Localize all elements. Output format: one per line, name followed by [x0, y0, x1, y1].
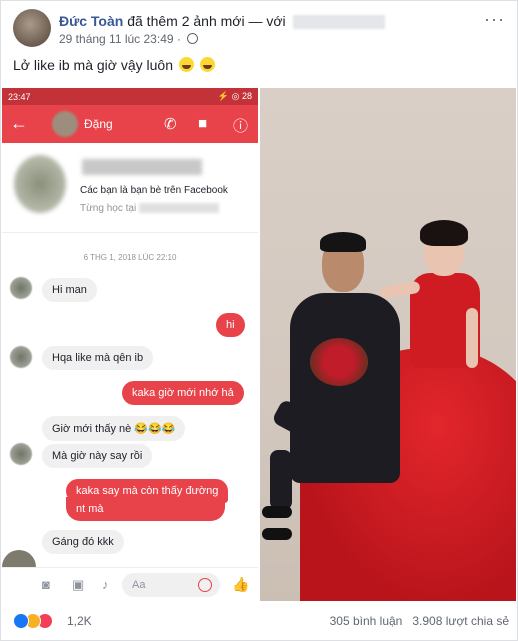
caption-text: Lở like ib mà giờ vậy luôn	[13, 57, 173, 73]
phone-icon: ✆	[164, 116, 177, 133]
globe-icon	[187, 33, 199, 44]
post-stats: 305 bình luận 3.908 lượt chia sẻ	[330, 614, 509, 628]
message-bubble: Giờ mới thấy nè 😂😂😂	[42, 416, 186, 441]
message-bubble: Mà giờ này say rồi	[42, 444, 153, 468]
bride-hair	[420, 220, 468, 246]
microphone-icon: ♪	[102, 577, 109, 592]
message-bubble: Hi man	[42, 278, 97, 302]
phone-status-bar: 23:47 ⚡ ◎ 28	[2, 88, 258, 105]
sender-avatar	[10, 443, 32, 465]
friends-text: Các bạn là bạn bè trên Facebook	[80, 185, 228, 196]
author-name[interactable]: Đức Toàn	[59, 13, 123, 29]
reactions-count[interactable]: 1,2K	[67, 614, 92, 628]
info-icon: ⓘ	[233, 118, 249, 135]
message-bubble: Gáng đó kkk	[42, 530, 124, 554]
status-time: 23:47	[8, 92, 31, 102]
thumbs-up-icon: 👍	[232, 576, 250, 592]
camera-icon: ◙	[42, 577, 50, 592]
groom-hair	[320, 232, 366, 252]
message-bubble: nt mà	[66, 497, 225, 521]
profile-name-blurred	[82, 159, 202, 175]
sender-avatar	[10, 277, 32, 299]
back-arrow-icon: ←	[10, 113, 28, 133]
facebook-post: Đức Toàn đã thêm 2 ảnh mới — với 29 thán…	[0, 0, 518, 641]
wedding-photo[interactable]	[260, 88, 516, 601]
bride-arm	[466, 308, 478, 368]
laughing-emoji-icon	[178, 57, 194, 72]
post-timestamp[interactable]: 29 tháng 11 lúc 23:49	[59, 32, 174, 46]
post-header: Đức Toàn đã thêm 2 ảnh mới — với 29 thán…	[13, 9, 509, 49]
comments-count[interactable]: 305 bình luận	[330, 614, 403, 628]
post-caption: Lở like ib mà giờ vậy luôn	[13, 57, 215, 73]
message-bubble: kaka giờ mới nhớ hả	[122, 381, 244, 405]
messenger-app-bar: ← Đặng ✆ ■ ⓘ	[2, 105, 258, 143]
contact-avatar	[52, 111, 78, 137]
groom-leg	[270, 450, 292, 510]
groom-shoe	[262, 528, 292, 540]
author-line: Đức Toàn đã thêm 2 ảnh mới — với	[59, 13, 385, 30]
compose-bar: ◙ ▣ ♪ Aa 👍	[2, 567, 258, 601]
contact-name: Đặng	[84, 117, 113, 131]
status-icons: ⚡ ◎ 28	[217, 91, 252, 101]
emoji-icon	[198, 578, 212, 592]
messenger-screenshot-photo[interactable]: 23:47 ⚡ ◎ 28 ← Đặng ✆ ■ ⓘ Các bạn là bạn…	[2, 88, 258, 601]
message-bubble: Hqa like mà qên ib	[42, 346, 154, 370]
image-icon: ▣	[72, 577, 85, 592]
grinning-emoji-icon	[199, 57, 215, 72]
rose-bouquet	[310, 338, 368, 386]
shares-count[interactable]: 3.908 lượt chia sẻ	[412, 614, 509, 628]
like-reaction-icon[interactable]	[13, 613, 29, 629]
sender-avatar	[10, 346, 32, 368]
message-bubble: hi	[216, 313, 245, 337]
groom-shoe	[262, 506, 292, 518]
post-meta: 29 tháng 11 lúc 23:49 ·	[59, 32, 199, 46]
post-footer: 1,2K 305 bình luận 3.908 lượt chia sẻ	[13, 607, 509, 635]
profile-photo-blurred	[14, 155, 66, 213]
tagged-friend-blur[interactable]	[292, 15, 385, 30]
author-avatar[interactable]	[13, 9, 51, 47]
contact-profile-card: Các bạn là bạn bè trên Facebook Từng học…	[2, 143, 258, 233]
video-icon: ■	[198, 115, 208, 132]
studied-at: Từng học tại	[80, 203, 219, 214]
more-options-icon[interactable]: ···	[484, 9, 505, 30]
date-divider: 6 THG 1, 2018 LÚC 22:10	[83, 253, 177, 262]
post-action: đã thêm 2 ảnh mới — với	[127, 13, 286, 29]
